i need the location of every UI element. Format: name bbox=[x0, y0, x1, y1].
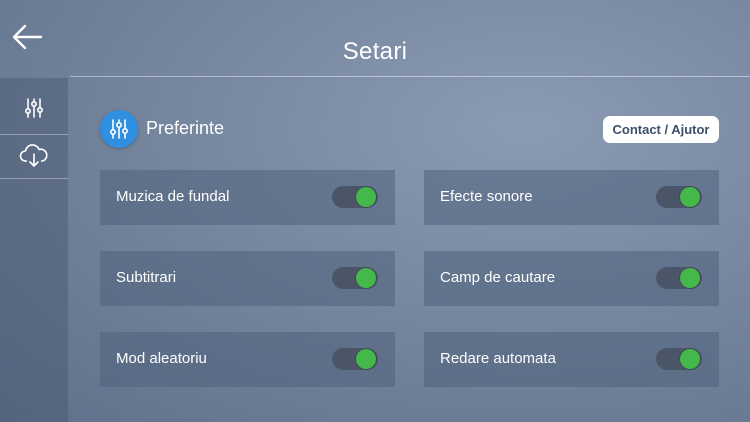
title-divider bbox=[70, 76, 750, 77]
toggle-knob bbox=[356, 268, 376, 288]
sidebar-item-downloads[interactable] bbox=[0, 134, 68, 178]
setting-shuffle-mode: Mod aleatoriu bbox=[100, 332, 395, 387]
toggle-knob bbox=[680, 268, 700, 288]
setting-label: Subtitrari bbox=[116, 269, 177, 286]
sliders-icon bbox=[24, 98, 44, 118]
setting-autoplay: Redare automata bbox=[424, 332, 719, 387]
page-title: Setari bbox=[342, 38, 408, 65]
search-field-toggle[interactable] bbox=[656, 267, 702, 289]
toggle-knob bbox=[356, 349, 376, 369]
sliders-icon bbox=[109, 119, 129, 139]
subtitles-toggle[interactable] bbox=[332, 267, 378, 289]
setting-subtitles: Subtitrari bbox=[100, 251, 395, 306]
setting-background-music: Muzica de fundal bbox=[100, 170, 395, 225]
shuffle-mode-toggle[interactable] bbox=[332, 348, 378, 370]
sidebar bbox=[0, 78, 68, 422]
contact-help-button[interactable]: Contact / Ajutor bbox=[603, 116, 719, 143]
setting-label: Efecte sonore bbox=[440, 188, 533, 205]
toggle-knob bbox=[680, 349, 700, 369]
setting-label: Muzica de fundal bbox=[116, 188, 230, 205]
setting-label: Redare automata bbox=[440, 350, 556, 367]
toggle-knob bbox=[680, 187, 700, 207]
setting-label: Camp de cautare bbox=[440, 269, 556, 286]
setting-search-field: Camp de cautare bbox=[424, 251, 719, 306]
setting-label: Mod aleatoriu bbox=[116, 350, 207, 367]
section-title: Preferinte bbox=[146, 118, 225, 138]
toggle-knob bbox=[356, 187, 376, 207]
setting-sound-effects: Efecte sonore bbox=[424, 170, 719, 225]
sidebar-divider bbox=[0, 178, 68, 179]
top-bar: Setari bbox=[0, 0, 750, 78]
background-music-toggle[interactable] bbox=[332, 186, 378, 208]
sidebar-item-preferences[interactable] bbox=[0, 86, 68, 130]
cloud-download-icon bbox=[19, 144, 48, 167]
autoplay-toggle[interactable] bbox=[656, 348, 702, 370]
preferences-section-icon bbox=[100, 110, 138, 148]
sound-effects-toggle[interactable] bbox=[656, 186, 702, 208]
